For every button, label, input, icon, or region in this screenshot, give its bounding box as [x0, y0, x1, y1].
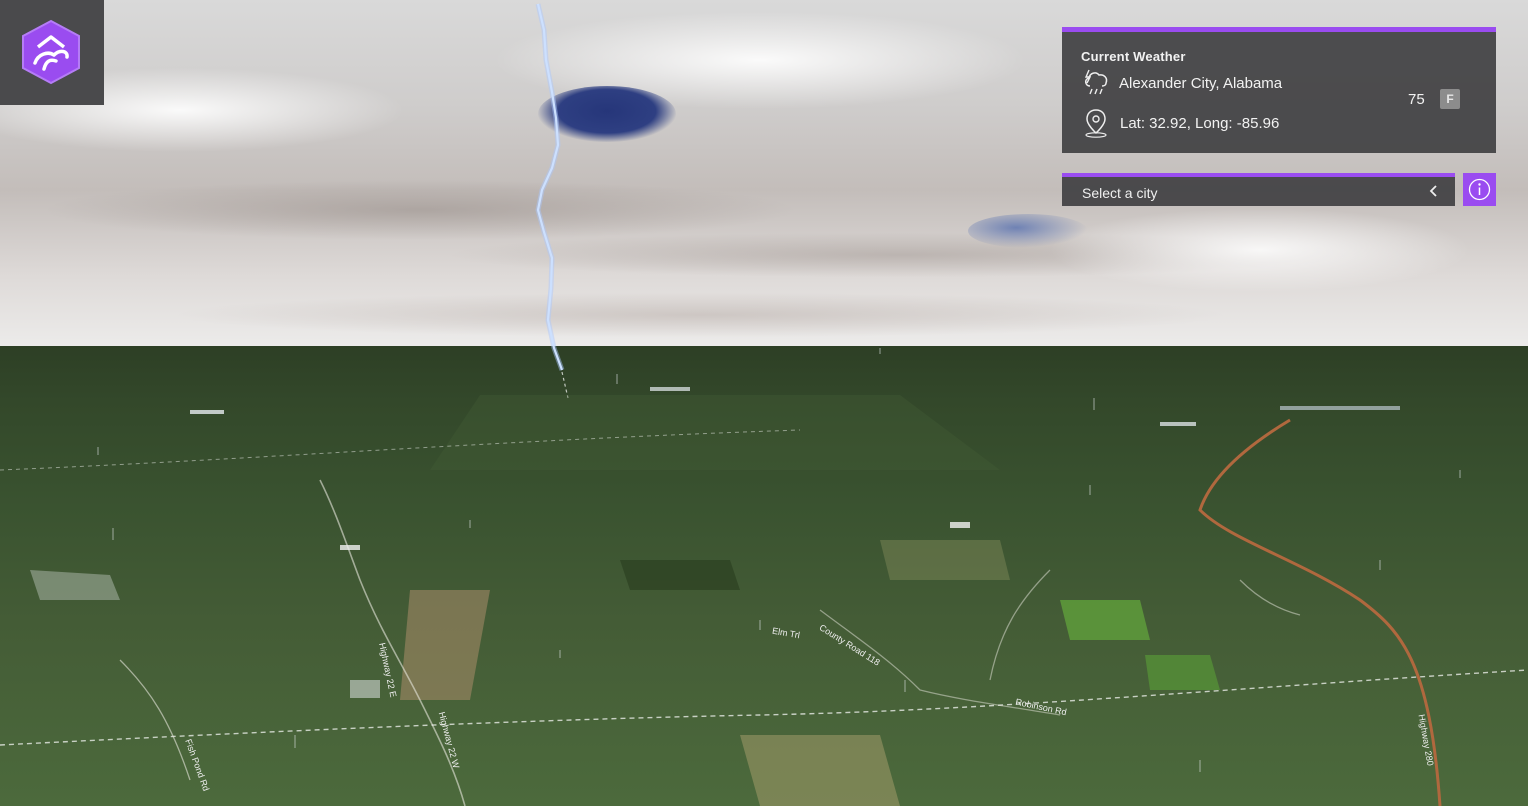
coordinates: Lat: 32.92, Long: -85.96	[1120, 115, 1280, 132]
info-icon	[1468, 178, 1491, 201]
city-select-dropdown[interactable]: Select a city	[1062, 173, 1455, 206]
weather-panel-title: Current Weather	[1081, 49, 1186, 64]
map-pin-icon	[1085, 109, 1107, 138]
thunderstorm-icon	[1084, 69, 1108, 95]
info-button[interactable]	[1463, 173, 1496, 206]
current-weather-panel: Current Weather Alexander City, Alabama …	[1062, 27, 1496, 153]
chevron-left-icon	[1429, 185, 1437, 197]
app-logo[interactable]	[0, 0, 104, 105]
tree-hexagon-logo-icon	[22, 19, 80, 85]
temperature-unit-toggle[interactable]: F	[1440, 89, 1460, 109]
city-select-label: Select a city	[1082, 185, 1158, 201]
temperature-value: 75	[1408, 91, 1425, 108]
city-name: Alexander City, Alabama	[1119, 75, 1283, 92]
